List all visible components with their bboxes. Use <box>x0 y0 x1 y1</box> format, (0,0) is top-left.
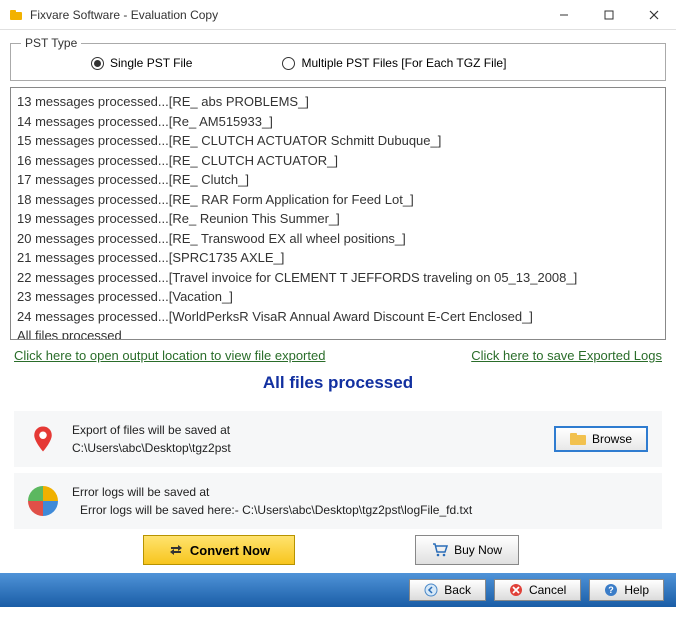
convert-icon <box>168 542 184 558</box>
cancel-button[interactable]: Cancel <box>494 579 581 601</box>
footer-bar: Back Cancel ? Help <box>0 573 676 607</box>
status-message: All files processed <box>10 373 666 393</box>
log-line: 23 messages processed...[Vacation_] <box>17 287 659 307</box>
close-button[interactable] <box>631 0 676 30</box>
log-line: 20 messages processed...[RE_ Transwood E… <box>17 229 659 249</box>
radio-single-pst[interactable]: Single PST File <box>91 56 192 70</box>
save-logs-link[interactable]: Click here to save Exported Logs <box>471 348 662 363</box>
help-icon: ? <box>604 583 618 597</box>
cart-icon <box>432 543 448 557</box>
window-title: Fixvare Software - Evaluation Copy <box>30 8 541 22</box>
folder-icon <box>570 433 586 445</box>
log-line: 13 messages processed...[RE_ abs PROBLEM… <box>17 92 659 112</box>
pie-icon <box>28 486 58 516</box>
minimize-button[interactable] <box>541 0 586 30</box>
pin-icon <box>28 424 58 454</box>
browse-button[interactable]: Browse <box>554 426 648 452</box>
log-line: 18 messages processed...[RE_ RAR Form Ap… <box>17 190 659 210</box>
log-line: 14 messages processed...[Re_ AM515933_] <box>17 112 659 132</box>
log-output[interactable]: 13 messages processed...[RE_ abs PROBLEM… <box>10 87 666 340</box>
export-path-section: Export of files will be saved at C:\User… <box>14 411 662 467</box>
log-line: 24 messages processed...[WorldPerksR Vis… <box>17 307 659 327</box>
back-icon <box>424 583 438 597</box>
open-output-link[interactable]: Click here to open output location to vi… <box>14 348 325 363</box>
pst-type-legend: PST Type <box>21 36 81 50</box>
pst-type-group: PST Type Single PST File Multiple PST Fi… <box>10 36 666 81</box>
maximize-button[interactable] <box>586 0 631 30</box>
cancel-icon <box>509 583 523 597</box>
back-button[interactable]: Back <box>409 579 486 601</box>
log-line: 15 messages processed...[RE_ CLUTCH ACTU… <box>17 131 659 151</box>
log-line: 22 messages processed...[Travel invoice … <box>17 268 659 288</box>
error-path-section: Error logs will be saved at Error logs w… <box>14 473 662 529</box>
error-line2: Error logs will be saved here:- C:\Users… <box>72 501 648 519</box>
radio-single-label: Single PST File <box>110 56 192 70</box>
error-line1: Error logs will be saved at <box>72 483 648 501</box>
export-line1: Export of files will be saved at <box>72 421 554 439</box>
buy-button[interactable]: Buy Now <box>415 535 519 565</box>
radio-multiple-label: Multiple PST Files [For Each TGZ File] <box>301 56 506 70</box>
log-line: All files processed <box>17 326 659 340</box>
log-line: 17 messages processed...[RE_ Clutch_] <box>17 170 659 190</box>
app-icon <box>8 7 24 23</box>
help-button[interactable]: ? Help <box>589 579 664 601</box>
convert-button[interactable]: Convert Now <box>143 535 295 565</box>
log-line: 16 messages processed...[RE_ CLUTCH ACTU… <box>17 151 659 171</box>
svg-text:?: ? <box>609 585 615 595</box>
titlebar: Fixvare Software - Evaluation Copy <box>0 0 676 30</box>
log-line: 21 messages processed...[SPRC1735 AXLE_] <box>17 248 659 268</box>
radio-multiple-pst[interactable]: Multiple PST Files [For Each TGZ File] <box>282 56 506 70</box>
log-line: 19 messages processed...[Re_ Reunion Thi… <box>17 209 659 229</box>
export-line2: C:\Users\abc\Desktop\tgz2pst <box>72 439 554 457</box>
